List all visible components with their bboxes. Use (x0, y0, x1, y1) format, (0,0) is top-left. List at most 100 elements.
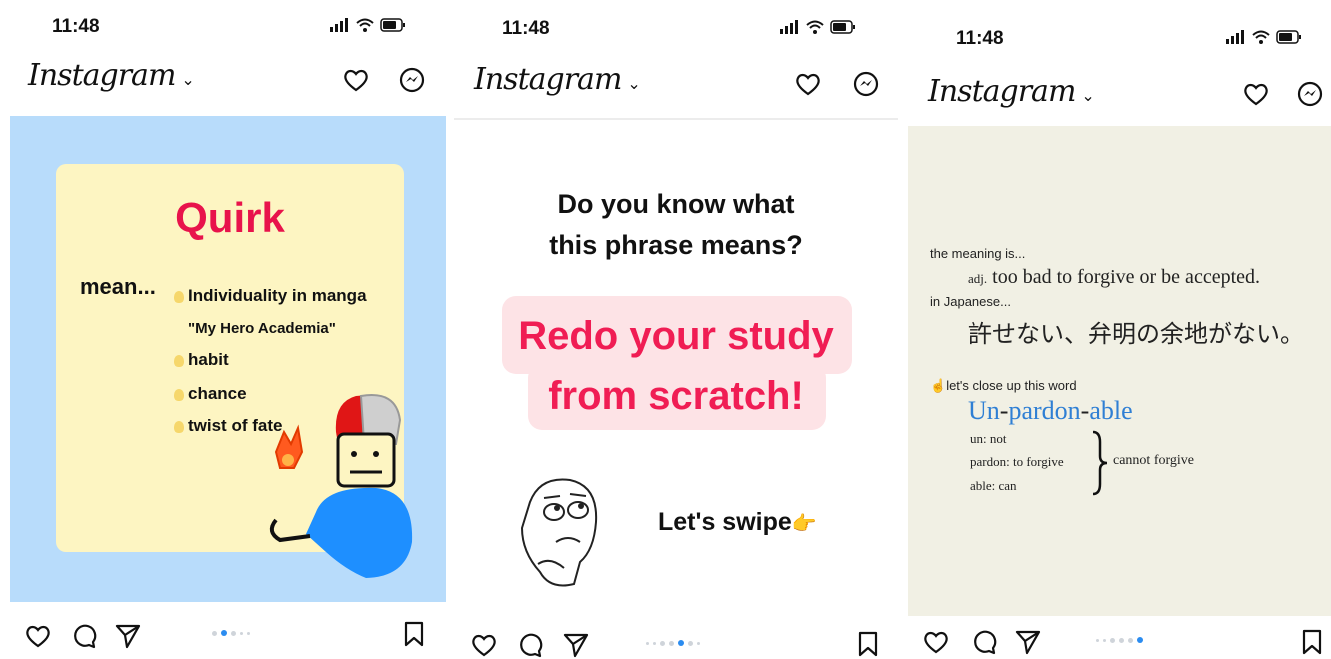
share-icon[interactable] (114, 622, 142, 650)
status-icons (1226, 30, 1302, 44)
battery-icon (380, 18, 405, 32)
heart-icon[interactable] (470, 631, 498, 659)
thinking-face-drawing (520, 478, 598, 587)
vocab-word: Quirk (175, 194, 285, 241)
carousel-dots (212, 630, 250, 636)
carousel-dot-active (221, 630, 227, 636)
phrase-line-1: Redo your study (518, 314, 834, 358)
meaning-item: Individuality in manga (174, 286, 367, 306)
post-image[interactable]: Quirk mean... Individuality in manga "My… (10, 116, 446, 602)
bulb-icon (174, 290, 184, 303)
status-icons (330, 18, 406, 32)
carousel-dot (646, 641, 649, 645)
bulb-icon (174, 388, 184, 401)
app-title: Instagram (474, 62, 622, 97)
comment-icon[interactable] (70, 622, 98, 650)
chevron-down-icon: ⌄ (627, 74, 640, 93)
japanese-label: in Japanese... (930, 294, 1011, 309)
carousel-dot (240, 631, 243, 635)
carousel-dot (697, 641, 700, 645)
meaning-item: "My Hero Academia" (188, 320, 336, 337)
comment-icon[interactable] (516, 631, 544, 659)
bulb-icon (174, 354, 184, 367)
meaning-item: habit (174, 350, 229, 370)
app-logo[interactable]: Instagram ⌄ (28, 58, 195, 93)
carousel-dots (646, 640, 700, 646)
messenger-icon[interactable] (852, 70, 880, 98)
signal-icon (1226, 30, 1244, 44)
heart-icon[interactable] (24, 622, 52, 650)
chevron-down-icon: ⌄ (181, 70, 194, 89)
heart-icon[interactable] (342, 66, 370, 94)
carousel-dot (1119, 637, 1124, 643)
messenger-icon[interactable] (398, 66, 426, 94)
carousel-dots (1096, 637, 1143, 643)
word-part-able: able: can (970, 478, 1017, 493)
meaning-label: the meaning is... (930, 246, 1026, 261)
comment-icon[interactable] (970, 628, 998, 656)
battery-icon (1276, 30, 1301, 44)
japanese-translation: 許せない、弁明の余地がない。 (968, 322, 1304, 348)
status-icons (780, 20, 856, 34)
battery-icon (830, 20, 855, 34)
carousel-dot-active (1137, 637, 1143, 643)
carousel-dot (669, 640, 674, 646)
share-icon[interactable] (562, 631, 590, 659)
phrase-line-2: from scratch! (548, 374, 804, 418)
carousel-dot (247, 631, 250, 635)
swipe-hint: Let's swipe👉 (658, 508, 817, 536)
heart-icon[interactable] (794, 70, 822, 98)
character-drawing (269, 394, 413, 578)
carousel-dot (653, 641, 656, 645)
vocab-word: Un-pardon-able (968, 396, 1133, 425)
question-line-1: Do you know what (557, 189, 795, 219)
meaning-item: chance (174, 384, 247, 404)
post-image[interactable]: Do you know what this phrase means? Redo… (454, 118, 898, 616)
word-part-un: un: not (970, 431, 1007, 446)
carousel-dot (688, 640, 693, 646)
close-up-label: ☝let's close up this word (930, 378, 1077, 393)
carousel-dot (1096, 638, 1099, 642)
definition: adj. too bad to forgive or be accepted. (968, 266, 1261, 288)
heart-icon[interactable] (922, 628, 950, 656)
mean-label: mean... (80, 274, 156, 299)
app-logo[interactable]: Instagram ⌄ (474, 62, 641, 97)
status-time: 11:48 (502, 18, 550, 39)
carousel-dot (1128, 637, 1133, 643)
carousel-dot (660, 640, 665, 646)
bookmark-icon[interactable] (400, 620, 428, 648)
carousel-dot (212, 630, 217, 636)
wifi-icon (806, 20, 824, 34)
chevron-down-icon: ⌄ (1081, 86, 1094, 105)
phone-screen-1: 11:48 Instagram ⌄ Quirk mean... Individua… (0, 0, 450, 659)
word-part-pardon: pardon: to forgive (970, 454, 1064, 469)
pointing-hand-icon: 👉 (791, 513, 817, 535)
status-time: 11:48 (52, 16, 100, 37)
carousel-dot (1110, 637, 1115, 643)
share-icon[interactable] (1014, 628, 1042, 656)
signal-icon (780, 20, 798, 34)
wifi-icon (1252, 30, 1270, 44)
combined-meaning: cannot forgive (1113, 453, 1194, 468)
carousel-dot-active (678, 640, 684, 646)
wifi-icon (356, 18, 374, 32)
signal-icon (330, 18, 348, 32)
phone-screen-3: 11:48 Instagram ⌄ the meaning is... adj. … (900, 0, 1331, 659)
carousel-dot (1103, 638, 1106, 642)
question-line-2: this phrase means? (549, 230, 803, 260)
bulb-icon (174, 420, 184, 433)
app-logo[interactable]: Instagram ⌄ (928, 74, 1095, 109)
post-card: Quirk mean... Individuality in manga "My… (56, 164, 413, 578)
app-title: Instagram (928, 74, 1076, 109)
heart-icon[interactable] (1242, 80, 1270, 108)
app-title: Instagram (28, 58, 176, 93)
post-image[interactable]: the meaning is... adj. too bad to forgiv… (908, 126, 1331, 616)
brace-icon (1092, 430, 1108, 496)
bookmark-icon[interactable] (1298, 628, 1326, 656)
status-time: 11:48 (956, 28, 1004, 49)
bookmark-icon[interactable] (854, 630, 882, 658)
messenger-icon[interactable] (1296, 80, 1324, 108)
pointing-finger-icon: ☝ (930, 378, 947, 393)
phone-screen-2: 11:48 Instagram ⌄ Do you know what this p… (450, 0, 900, 659)
carousel-dot (231, 630, 236, 636)
